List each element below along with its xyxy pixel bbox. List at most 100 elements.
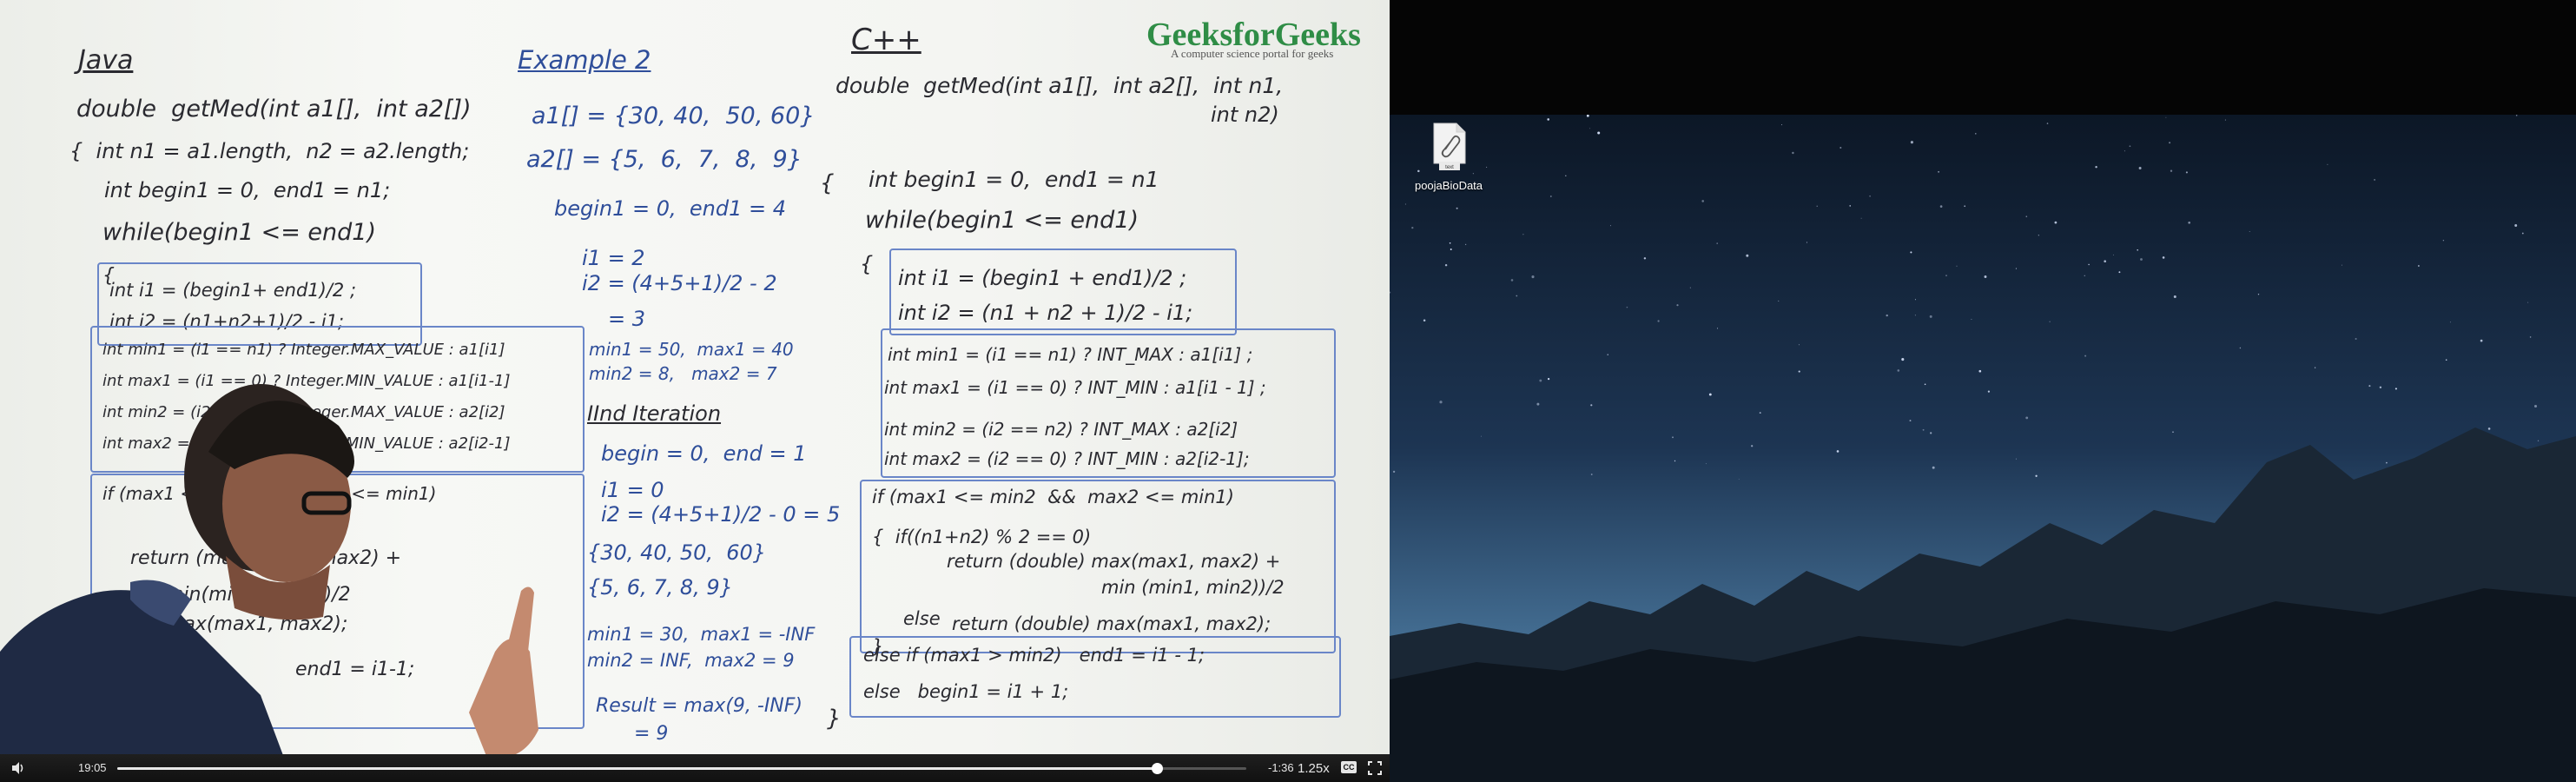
board-java-line: int begin1 = 0, end1 = n1;	[104, 178, 391, 202]
board-cpp-line: int i2 = (n1 + n2 + 1)/2 - i1;	[898, 301, 1193, 325]
star	[1929, 315, 1932, 318]
star	[1978, 369, 1982, 373]
board-example-line: begin = 0, end = 1	[601, 441, 807, 466]
star	[2137, 249, 2138, 251]
star	[1849, 205, 1851, 207]
fullscreen-icon[interactable]	[1367, 760, 1383, 776]
star	[2124, 150, 2125, 152]
star	[2418, 265, 2420, 267]
board-cpp-line: int min2 = (i2 == n2) ? INT_MAX : a2[i2]	[884, 419, 1238, 440]
star	[2515, 115, 2518, 116]
board-cpp-line: return (double) max(max1, max2);	[952, 613, 1271, 634]
star	[2095, 165, 2097, 169]
captions-button[interactable]: CC	[1341, 761, 1357, 773]
star	[1901, 358, 1905, 361]
star	[1392, 470, 1396, 474]
star	[1590, 404, 1593, 407]
board-example-line: IInd Iteration	[587, 401, 722, 426]
playback-speed-button[interactable]: 1.25x	[1298, 761, 1330, 776]
video-player[interactable]: Java double getMed(int a1[], int a2[]) {…	[0, 0, 1390, 782]
star	[1456, 207, 1458, 209]
board-example-line: min2 = INF, max2 = 9	[587, 650, 795, 671]
star	[1932, 466, 1935, 469]
star	[2025, 416, 2029, 420]
star	[1781, 124, 1783, 126]
star	[1464, 243, 1467, 246]
star	[1547, 377, 1550, 381]
board-java-line: { int n1 = a1.length, n2 = a2.length;	[69, 139, 470, 163]
elapsed-time: 19:05	[78, 761, 107, 774]
progress-fill	[117, 767, 1157, 770]
board-cpp-line: int begin1 = 0, end1 = n1	[869, 167, 1159, 192]
star	[1971, 318, 1972, 321]
board-example-line: a2[] = {5, 6, 7, 8, 9}	[526, 146, 803, 173]
star	[2224, 119, 2226, 121]
board-example-line: i1 = 2	[582, 246, 645, 270]
star	[2172, 431, 2174, 433]
star	[2374, 179, 2375, 181]
star	[1738, 478, 1740, 480]
star	[1751, 445, 1754, 447]
star	[2173, 295, 2176, 298]
star	[1984, 275, 1987, 278]
star	[2368, 385, 2371, 388]
star	[1792, 151, 1794, 155]
star	[1423, 319, 1426, 322]
star	[1510, 279, 1514, 282]
star	[1836, 450, 1840, 453]
board-cpp-line: int max2 = (i2 == 0) ? INT_MIN : a2[i2-1…	[884, 448, 1250, 469]
star	[2521, 232, 2524, 235]
board-cpp-line: min (min1, min2))/2	[1101, 577, 1285, 598]
board-cpp-line: return (double) max(max1, max2) +	[947, 551, 1281, 572]
star	[2118, 271, 2121, 274]
star	[1676, 304, 1679, 307]
star	[1643, 257, 1647, 260]
presenter-figure	[0, 384, 538, 765]
star	[2514, 224, 2518, 227]
star	[2165, 116, 2167, 118]
star	[2379, 386, 2382, 389]
star	[1956, 265, 1958, 267]
board-example-line: i1 = 0	[601, 478, 664, 502]
star	[2257, 294, 2260, 295]
star	[1657, 320, 1660, 322]
star	[2487, 427, 2491, 430]
board-cpp-line: int max1 = (i1 == 0) ? INT_MIN : a1[i1 -…	[884, 377, 1266, 398]
star	[2355, 337, 2357, 341]
star	[2529, 336, 2532, 338]
star	[2533, 404, 2538, 408]
board-example-line: i2 = (4+5+1)/2 - 0 = 5	[601, 502, 841, 527]
star	[2249, 230, 2250, 232]
progress-scrubber[interactable]	[1151, 763, 1163, 774]
board-cpp-line: else	[903, 608, 941, 629]
star	[2480, 339, 2483, 342]
star	[2088, 263, 2090, 266]
geeksforgeeks-tagline: A computer science portal for geeks	[1171, 47, 1334, 60]
star	[1411, 226, 1414, 229]
board-cpp-heading: C++	[851, 23, 921, 57]
board-example-line: min1 = 30, max1 = -INF	[587, 624, 816, 645]
board-example-line: i2 = (4+5+1)/2 - 2	[582, 271, 777, 295]
star	[2015, 268, 2017, 269]
star	[1939, 205, 1943, 208]
board-example-line: min1 = 50, max1 = 40	[589, 339, 794, 360]
progress-bar[interactable]	[117, 763, 1246, 774]
desktop-file-poojabiodata[interactable]: text poojaBioData	[1405, 122, 1492, 200]
star	[1909, 420, 1912, 422]
star	[1798, 370, 1800, 373]
star	[2054, 221, 2057, 224]
star	[1522, 234, 1524, 235]
star	[2327, 163, 2328, 165]
file-name-label: poojaBioData	[1414, 179, 1483, 192]
board-java-line: int min1 = (i1 == n1) ? Integer.MAX_VALU…	[102, 341, 505, 359]
star	[1910, 141, 1913, 144]
star	[1914, 299, 1916, 301]
star	[1860, 217, 1862, 219]
volume-icon[interactable]	[10, 760, 26, 776]
star	[2442, 240, 2445, 242]
star	[2025, 215, 2028, 218]
star	[1778, 300, 1780, 302]
board-cpp-line: if (max1 <= min2 && max2 <= min1)	[872, 487, 1234, 507]
board-cpp-line: else begin1 = i1 + 1;	[863, 681, 1069, 702]
board-java-heading: Java	[78, 45, 134, 76]
